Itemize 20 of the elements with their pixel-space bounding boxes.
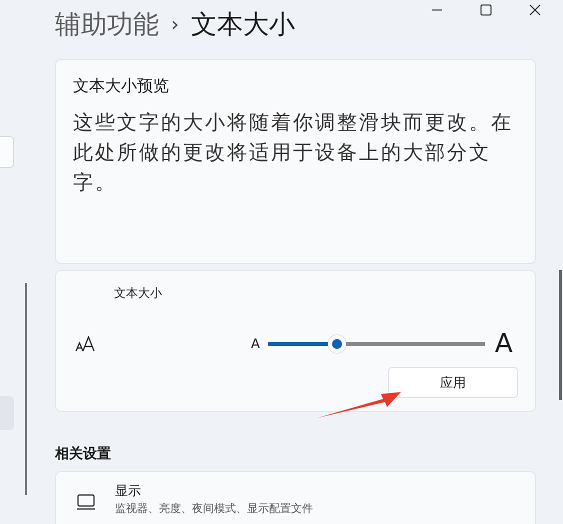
page-title: 文本大小: [191, 8, 295, 42]
settings-link[interactable]: 显示 监视器、亮度、夜间模式、显示配置文件: [55, 471, 536, 524]
small-a-label: A: [251, 336, 260, 352]
monitor-icon: [76, 494, 96, 510]
preview-text: 这些文字的大小将随着你调整滑块而更改。在此处所做的更改将适用于设备上的大部分文字。: [73, 109, 514, 196]
link-description: 监视器、亮度、夜间模式、显示配置文件: [115, 501, 313, 516]
scrollbar[interactable]: [25, 283, 27, 495]
preview-title: 文本大小预览: [73, 76, 170, 97]
scrollbar[interactable]: [559, 270, 562, 400]
breadcrumb-parent[interactable]: 辅助功能: [55, 6, 159, 42]
slider-thumb[interactable]: [328, 335, 346, 353]
maximize-icon[interactable]: [480, 4, 492, 16]
breadcrumb-separator: ›: [171, 12, 179, 36]
link-title: 显示: [115, 483, 142, 500]
close-icon[interactable]: [529, 4, 541, 16]
section-heading: 相关设置: [55, 445, 112, 463]
text-size-icon: [75, 336, 97, 352]
setting-label: 文本大小: [114, 285, 163, 302]
large-a-label: A: [494, 329, 513, 359]
apply-button[interactable]: 应用: [388, 367, 518, 398]
